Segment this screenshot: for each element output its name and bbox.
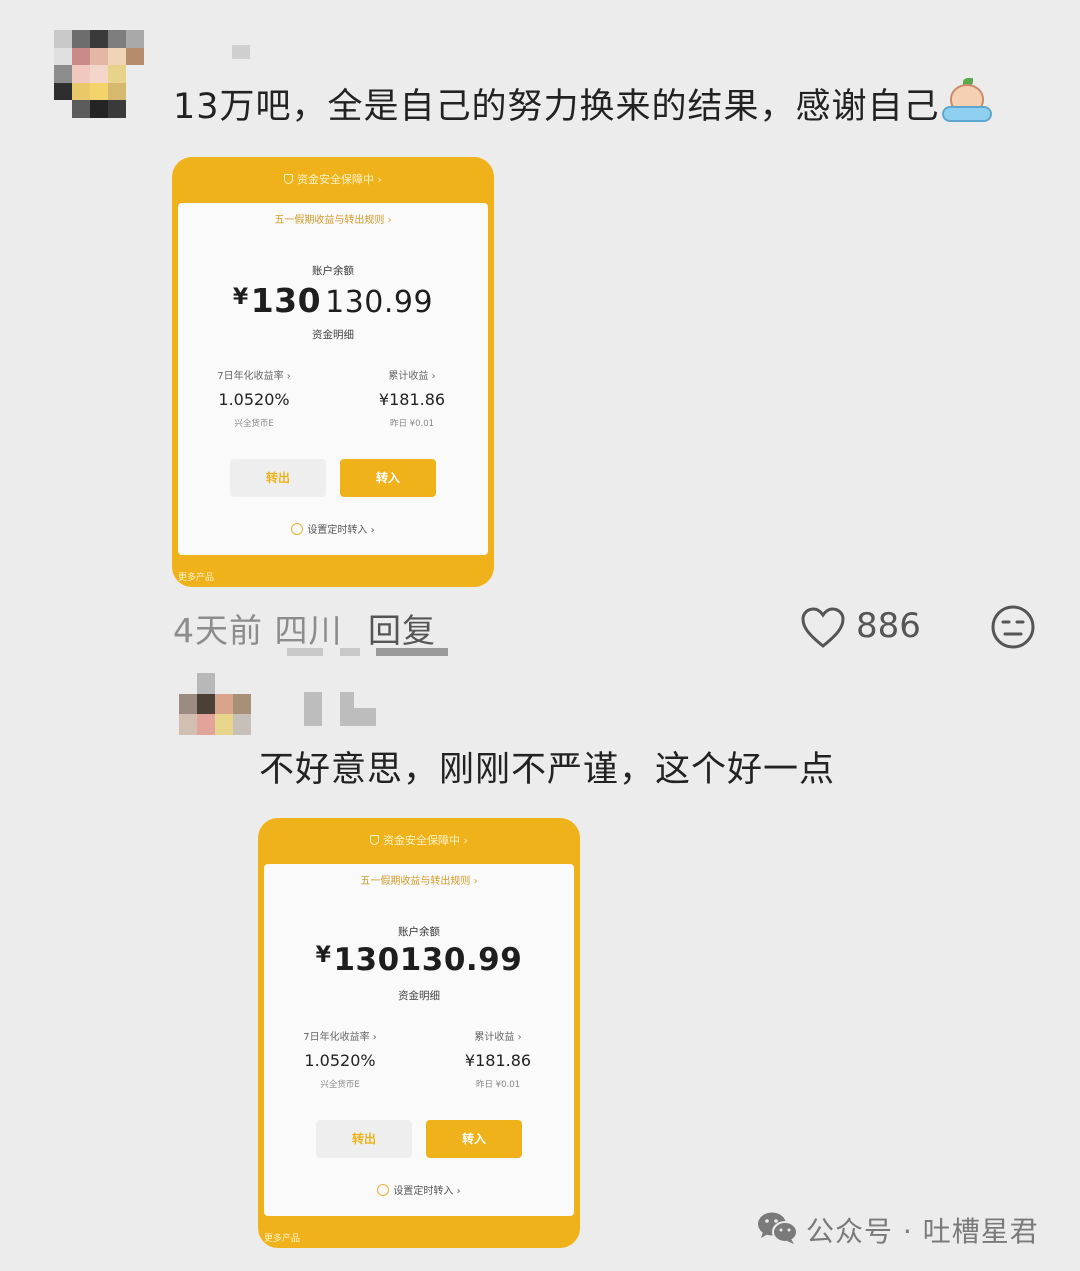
attached-image-2[interactable]: 资金安全保障中 › 五一假期收益与转出规则 › 账户余额 ¥130130.99 … xyxy=(258,818,580,1248)
scheduled-transfer-link: 设置定时转入 › xyxy=(178,521,488,536)
attached-image-1[interactable]: 资金安全保障中 › 五一假期收益与转出规则 › 账户余额 ¥130 130.99 … xyxy=(172,157,494,587)
holiday-rule-link: 五一假期收益与转出规则 › xyxy=(360,876,478,887)
comment-text: 13万吧，全是自己的努力换来的结果，感谢自己 xyxy=(173,87,940,127)
fund-detail-link: 资金明细 xyxy=(312,329,354,341)
more-products: 更多产品 xyxy=(264,1234,301,1244)
transfer-in-button: 转入 xyxy=(426,1120,522,1158)
transfer-out-button: 转出 xyxy=(316,1120,412,1158)
emoji-react-button[interactable] xyxy=(990,604,1036,650)
comment-meta-1: 4天前 四川 回复 xyxy=(173,604,436,652)
earnings-stat: 累计收益 › ¥181.86 昨日 ¥0.01 xyxy=(378,371,446,429)
earnings-stat: 累计收益 › ¥181.86 昨日 ¥0.01 xyxy=(464,1032,532,1090)
shield-icon xyxy=(284,174,294,184)
like-count: 886 xyxy=(856,606,921,646)
yield-stat: 7日年化收益率 › 1.0520% 兴全货币E xyxy=(217,371,291,429)
scheduled-transfer-link: 设置定时转入 › xyxy=(264,1182,574,1197)
clock-icon xyxy=(291,523,304,535)
wechat-icon xyxy=(758,1212,798,1244)
comment-location: 四川 xyxy=(274,611,343,650)
avatar-user-2[interactable] xyxy=(179,673,251,735)
comment-text-1: 13万吧，全是自己的努力换来的结果，感谢自己 xyxy=(173,78,992,129)
security-banner: 资金安全保障中 › xyxy=(172,157,494,201)
username-blur-1 xyxy=(232,45,250,59)
avatar-user-1[interactable] xyxy=(54,30,144,118)
reply-button[interactable]: 回复 xyxy=(368,611,436,650)
balance-label: 账户余额 xyxy=(398,926,440,938)
balance-card: 五一假期收益与转出规则 › 账户余额 ¥130130.99 资金明细 7日年化收… xyxy=(264,864,574,1216)
fund-detail-link: 资金明细 xyxy=(398,990,440,1002)
yield-stat: 7日年化收益率 › 1.0520% 兴全货币E xyxy=(303,1032,377,1090)
like-button[interactable]: 886 xyxy=(800,604,930,652)
username-blur-2 xyxy=(304,692,322,726)
clock-icon xyxy=(377,1184,390,1196)
comment-time: 4天前 xyxy=(173,611,263,650)
balance-amount: ¥130130.99 xyxy=(315,942,523,978)
transfer-in-button: 转入 xyxy=(340,459,436,497)
heart-icon xyxy=(801,607,845,648)
crying-in-blanket-emoji-icon xyxy=(941,78,992,124)
balance-label: 账户余额 xyxy=(312,265,354,277)
balance-amount: ¥130130.99 xyxy=(232,281,434,320)
security-banner: 资金安全保障中 › xyxy=(258,818,580,862)
holiday-rule-link: 五一假期收益与转出规则 › xyxy=(274,215,392,226)
transfer-out-button: 转出 xyxy=(230,459,326,497)
shield-icon xyxy=(370,835,380,845)
more-products: 更多产品 xyxy=(178,573,215,583)
watermark-text: 公众号 · 吐槽星君 xyxy=(806,1215,1039,1248)
neutral-face-icon xyxy=(991,605,1035,649)
comment-text-2: 不好意思，刚刚不严谨，这个好一点 xyxy=(259,750,836,790)
balance-card: 五一假期收益与转出规则 › 账户余额 ¥130130.99 资金明细 7日年化收… xyxy=(178,203,488,555)
